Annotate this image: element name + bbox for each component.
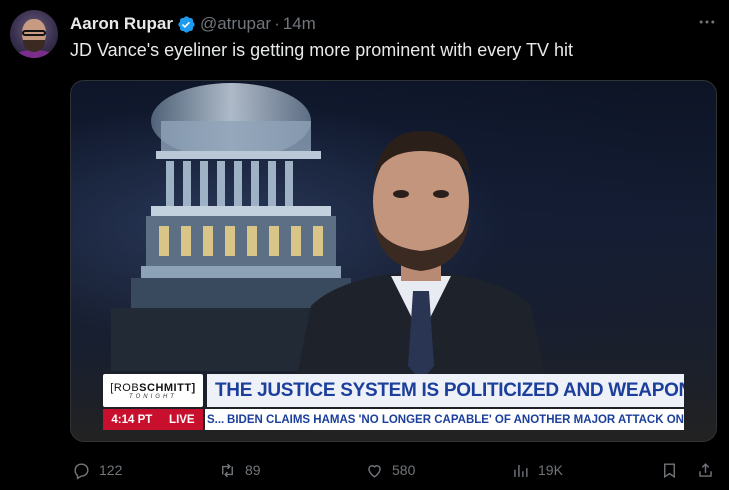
- repost-count: 89: [245, 462, 261, 478]
- tweet-text: JD Vance's eyeliner is getting more prom…: [70, 40, 573, 60]
- views-button[interactable]: 19K: [511, 459, 563, 481]
- tweet-header: Aaron Rupar @atrupar · 14m: [70, 13, 316, 35]
- author-name[interactable]: Aaron Rupar: [70, 14, 173, 34]
- tweet-media-video[interactable]: [ROBSCHMITT] TONIGHT THE JUSTICE SYSTEM …: [70, 80, 717, 442]
- avatar-glasses: [22, 30, 46, 36]
- broadcast-time-badge: 4:14 PT LIVE: [103, 409, 203, 430]
- repost-button[interactable]: 89: [218, 459, 261, 481]
- share-icon: [699, 462, 712, 477]
- author-avatar[interactable]: [10, 10, 58, 58]
- repost-icon: [222, 463, 233, 477]
- news-headline: THE JUSTICE SYSTEM IS POLITICIZED AND WE…: [207, 374, 684, 407]
- reply-count: 122: [99, 462, 123, 478]
- share-button[interactable]: [696, 459, 723, 481]
- tweet-action-bar: 122 89 580 19K: [0, 455, 729, 485]
- views-icon: [514, 464, 528, 477]
- like-button[interactable]: 580: [365, 459, 415, 481]
- separator-dot: ·: [274, 14, 280, 33]
- ticker-prefix: S...: [207, 413, 225, 426]
- reply-icon: [74, 462, 89, 480]
- presenter-image: [291, 131, 551, 406]
- views-count: 19K: [538, 462, 563, 478]
- news-lower-third: [ROBSCHMITT] TONIGHT THE JUSTICE SYSTEM …: [71, 374, 716, 434]
- news-ticker: S... BIDEN CLAIMS HAMAS 'NO LONGER CAPAB…: [205, 409, 684, 430]
- broadcast-time: 4:14 PT: [111, 413, 153, 426]
- more-options-icon[interactable]: [697, 12, 717, 32]
- show-logo: [ROBSCHMITT] TONIGHT: [103, 374, 203, 407]
- reply-button[interactable]: 122: [72, 459, 122, 481]
- bookmark-icon: [664, 462, 675, 478]
- show-logo-rob: [ROB: [110, 381, 140, 394]
- bookmark-button[interactable]: [660, 459, 687, 481]
- verified-badge-icon[interactable]: [177, 15, 196, 34]
- like-count: 580: [392, 462, 416, 478]
- show-logo-tonight: TONIGHT: [129, 393, 177, 400]
- like-icon: [368, 464, 381, 478]
- ticker-text: BIDEN CLAIMS HAMAS 'NO LONGER CAPABLE' O…: [227, 413, 684, 426]
- tweet-timestamp[interactable]: 14m: [283, 14, 316, 34]
- show-logo-schmitt: SCHMITT]: [139, 381, 196, 394]
- live-badge: LIVE: [169, 413, 195, 426]
- author-handle[interactable]: @atrupar: [200, 14, 271, 34]
